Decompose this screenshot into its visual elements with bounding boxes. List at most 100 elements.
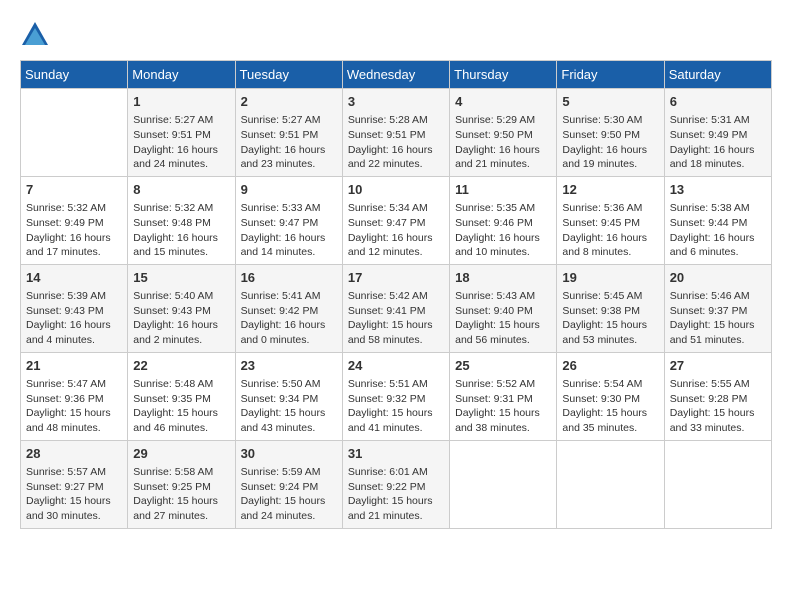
page-header — [20, 20, 772, 50]
calendar-cell: 23 Sunrise: 5:50 AMSunset: 9:34 PMDayligh… — [235, 352, 342, 440]
header-day-sunday: Sunday — [21, 61, 128, 89]
calendar-week-5: 28 Sunrise: 5:57 AMSunset: 9:27 PMDayligh… — [21, 440, 772, 528]
day-info: Sunrise: 5:43 AMSunset: 9:40 PMDaylight:… — [455, 289, 551, 348]
day-info: Sunrise: 5:39 AMSunset: 9:43 PMDaylight:… — [26, 289, 122, 348]
header-day-monday: Monday — [128, 61, 235, 89]
day-info: Sunrise: 5:34 AMSunset: 9:47 PMDaylight:… — [348, 201, 444, 260]
calendar-cell: 7Sunrise: 5:32 AMSunset: 9:49 PMDaylight… — [21, 176, 128, 264]
day-number: 27 — [670, 357, 766, 375]
day-info: Sunrise: 5:51 AMSunset: 9:32 PMDaylight:… — [348, 377, 444, 436]
day-info: Sunrise: 5:42 AMSunset: 9:41 PMDaylight:… — [348, 289, 444, 348]
calendar-week-3: 14Sunrise: 5:39 AMSunset: 9:43 PMDayligh… — [21, 264, 772, 352]
calendar-cell: 24 Sunrise: 5:51 AMSunset: 9:32 PMDayligh… — [342, 352, 449, 440]
day-number: 26 — [562, 357, 658, 375]
calendar-cell: 19 Sunrise: 5:45 AMSunset: 9:38 PMDayligh… — [557, 264, 664, 352]
calendar-cell: 11 Sunrise: 5:35 AMSunset: 9:46 PMDayligh… — [450, 176, 557, 264]
day-info: Sunrise: 5:27 AMSunset: 9:51 PMDaylight:… — [133, 113, 229, 172]
day-number: 31 — [348, 445, 444, 463]
day-number: 29 — [133, 445, 229, 463]
calendar-cell: 22 Sunrise: 5:48 AMSunset: 9:35 PMDayligh… — [128, 352, 235, 440]
day-info: Sunrise: 5:31 AMSunset: 9:49 PMDaylight:… — [670, 113, 766, 172]
calendar-cell: 18 Sunrise: 5:43 AMSunset: 9:40 PMDayligh… — [450, 264, 557, 352]
day-info: Sunrise: 5:55 AMSunset: 9:28 PMDaylight:… — [670, 377, 766, 436]
header-day-friday: Friday — [557, 61, 664, 89]
day-number: 18 — [455, 269, 551, 287]
day-info: Sunrise: 5:47 AMSunset: 9:36 PMDaylight:… — [26, 377, 122, 436]
calendar-body: 1Sunrise: 5:27 AMSunset: 9:51 PMDaylight… — [21, 89, 772, 529]
day-number: 15 — [133, 269, 229, 287]
day-number: 8 — [133, 181, 229, 199]
logo-icon — [20, 20, 50, 50]
day-info: Sunrise: 5:32 AMSunset: 9:48 PMDaylight:… — [133, 201, 229, 260]
day-info: Sunrise: 6:01 AMSunset: 9:22 PMDaylight:… — [348, 465, 444, 524]
calendar-week-4: 21 Sunrise: 5:47 AMSunset: 9:36 PMDayligh… — [21, 352, 772, 440]
calendar-cell: 9 Sunrise: 5:33 AMSunset: 9:47 PMDaylight… — [235, 176, 342, 264]
day-number: 30 — [241, 445, 337, 463]
calendar-cell: 16 Sunrise: 5:41 AMSunset: 9:42 PMDayligh… — [235, 264, 342, 352]
day-info: Sunrise: 5:48 AMSunset: 9:35 PMDaylight:… — [133, 377, 229, 436]
day-number: 10 — [348, 181, 444, 199]
calendar-cell: 20 Sunrise: 5:46 AMSunset: 9:37 PMDayligh… — [664, 264, 771, 352]
day-info: Sunrise: 5:45 AMSunset: 9:38 PMDaylight:… — [562, 289, 658, 348]
day-number: 11 — [455, 181, 551, 199]
day-number: 3 — [348, 93, 444, 111]
calendar-header: SundayMondayTuesdayWednesdayThursdayFrid… — [21, 61, 772, 89]
day-number: 28 — [26, 445, 122, 463]
header-day-wednesday: Wednesday — [342, 61, 449, 89]
day-info: Sunrise: 5:50 AMSunset: 9:34 PMDaylight:… — [241, 377, 337, 436]
calendar-cell: 14Sunrise: 5:39 AMSunset: 9:43 PMDayligh… — [21, 264, 128, 352]
calendar-cell: 27 Sunrise: 5:55 AMSunset: 9:28 PMDayligh… — [664, 352, 771, 440]
day-info: Sunrise: 5:32 AMSunset: 9:49 PMDaylight:… — [26, 201, 122, 260]
day-number: 2 — [241, 93, 337, 111]
header-day-tuesday: Tuesday — [235, 61, 342, 89]
day-number: 12 — [562, 181, 658, 199]
day-info: Sunrise: 5:41 AMSunset: 9:42 PMDaylight:… — [241, 289, 337, 348]
day-number: 19 — [562, 269, 658, 287]
day-number: 9 — [241, 181, 337, 199]
logo — [20, 20, 54, 50]
calendar-cell: 29 Sunrise: 5:58 AMSunset: 9:25 PMDayligh… — [128, 440, 235, 528]
day-number: 4 — [455, 93, 551, 111]
calendar-cell: 1Sunrise: 5:27 AMSunset: 9:51 PMDaylight… — [128, 89, 235, 177]
calendar-cell: 3Sunrise: 5:28 AMSunset: 9:51 PMDaylight… — [342, 89, 449, 177]
day-number: 25 — [455, 357, 551, 375]
calendar-cell: 28 Sunrise: 5:57 AMSunset: 9:27 PMDayligh… — [21, 440, 128, 528]
day-info: Sunrise: 5:35 AMSunset: 9:46 PMDaylight:… — [455, 201, 551, 260]
header-row: SundayMondayTuesdayWednesdayThursdayFrid… — [21, 61, 772, 89]
calendar-cell: 25Sunrise: 5:52 AMSunset: 9:31 PMDayligh… — [450, 352, 557, 440]
day-info: Sunrise: 5:57 AMSunset: 9:27 PMDaylight:… — [26, 465, 122, 524]
day-info: Sunrise: 5:46 AMSunset: 9:37 PMDaylight:… — [670, 289, 766, 348]
day-info: Sunrise: 5:30 AMSunset: 9:50 PMDaylight:… — [562, 113, 658, 172]
day-info: Sunrise: 5:33 AMSunset: 9:47 PMDaylight:… — [241, 201, 337, 260]
day-info: Sunrise: 5:27 AMSunset: 9:51 PMDaylight:… — [241, 113, 337, 172]
header-day-thursday: Thursday — [450, 61, 557, 89]
calendar-cell: 2 Sunrise: 5:27 AMSunset: 9:51 PMDaylight… — [235, 89, 342, 177]
day-number: 21 — [26, 357, 122, 375]
calendar-cell — [664, 440, 771, 528]
calendar-cell: 10 Sunrise: 5:34 AMSunset: 9:47 PMDayligh… — [342, 176, 449, 264]
calendar-cell: 17Sunrise: 5:42 AMSunset: 9:41 PMDayligh… — [342, 264, 449, 352]
day-number: 16 — [241, 269, 337, 287]
calendar-cell — [450, 440, 557, 528]
day-info: Sunrise: 5:40 AMSunset: 9:43 PMDaylight:… — [133, 289, 229, 348]
day-info: Sunrise: 5:59 AMSunset: 9:24 PMDaylight:… — [241, 465, 337, 524]
calendar-cell: 5 Sunrise: 5:30 AMSunset: 9:50 PMDaylight… — [557, 89, 664, 177]
day-number: 13 — [670, 181, 766, 199]
calendar-cell: 12Sunrise: 5:36 AMSunset: 9:45 PMDayligh… — [557, 176, 664, 264]
calendar-cell: 26Sunrise: 5:54 AMSunset: 9:30 PMDayligh… — [557, 352, 664, 440]
calendar-cell: 13 Sunrise: 5:38 AMSunset: 9:44 PMDayligh… — [664, 176, 771, 264]
calendar-cell: 31 Sunrise: 6:01 AMSunset: 9:22 PMDayligh… — [342, 440, 449, 528]
calendar-cell: 4Sunrise: 5:29 AMSunset: 9:50 PMDaylight… — [450, 89, 557, 177]
day-number: 20 — [670, 269, 766, 287]
day-number: 24 — [348, 357, 444, 375]
calendar-cell — [557, 440, 664, 528]
header-day-saturday: Saturday — [664, 61, 771, 89]
day-number: 22 — [133, 357, 229, 375]
calendar-week-1: 1Sunrise: 5:27 AMSunset: 9:51 PMDaylight… — [21, 89, 772, 177]
day-info: Sunrise: 5:58 AMSunset: 9:25 PMDaylight:… — [133, 465, 229, 524]
day-number: 5 — [562, 93, 658, 111]
day-number: 23 — [241, 357, 337, 375]
day-info: Sunrise: 5:38 AMSunset: 9:44 PMDaylight:… — [670, 201, 766, 260]
calendar-cell — [21, 89, 128, 177]
calendar-cell: 21 Sunrise: 5:47 AMSunset: 9:36 PMDayligh… — [21, 352, 128, 440]
